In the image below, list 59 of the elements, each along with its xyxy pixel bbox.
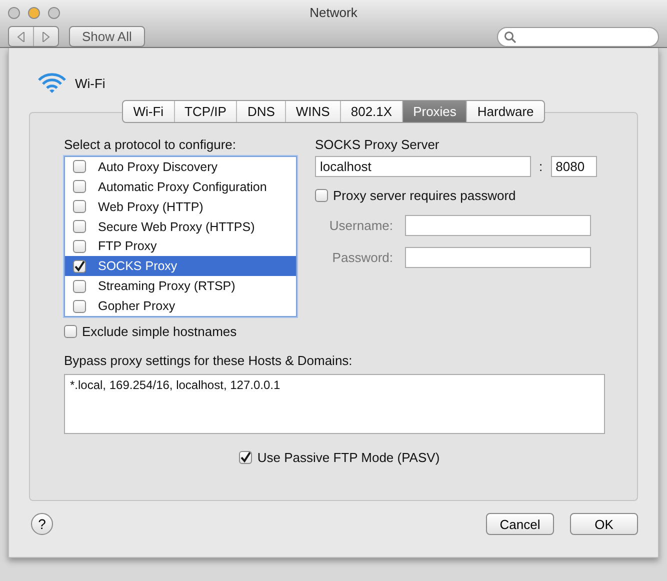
protocol-name: Auto Proxy Discovery — [98, 160, 218, 174]
protocol-item[interactable]: Automatic Proxy Configuration — [65, 176, 296, 197]
zoom-button[interactable] — [48, 6, 60, 18]
dialog-button[interactable]: Cancel — [486, 513, 554, 535]
protocol-item[interactable]: Web Proxy (HTTP) — [65, 196, 296, 217]
protocol-item[interactable]: FTP Proxy — [65, 236, 296, 256]
help-button[interactable]: ? — [31, 513, 53, 535]
protocol-item[interactable]: Secure Web Proxy (HTTPS) — [65, 216, 296, 236]
dialog-button[interactable]: OK — [570, 513, 638, 535]
checkbox[interactable] — [315, 189, 328, 202]
service-name: Wi-Fi — [75, 76, 106, 90]
window-title: Network — [310, 5, 358, 20]
show-all-button[interactable]: Show All — [69, 26, 145, 47]
checkbox[interactable] — [73, 300, 86, 313]
left-triangle-icon — [17, 32, 25, 42]
protocol-name: FTP Proxy — [98, 239, 157, 254]
search-field[interactable] — [497, 26, 659, 46]
checkbox[interactable] — [73, 160, 86, 174]
wifi-icon — [37, 72, 67, 94]
checkbox[interactable] — [73, 260, 86, 273]
port-field[interactable]: 8080 — [550, 156, 597, 177]
tab[interactable]: Wi-Fi — [123, 101, 174, 122]
close-button[interactable] — [8, 6, 20, 18]
protocol-name: SOCKS Proxy — [98, 259, 178, 274]
checkbox[interactable] — [73, 180, 86, 194]
checkbox[interactable] — [73, 240, 86, 253]
bypass-label: Bypass proxy settings for these Hosts & Domains: — [64, 353, 354, 368]
checkbox-label: Proxy server requires password — [333, 188, 516, 203]
protocol-item[interactable]: Gopher Proxy — [65, 296, 296, 316]
right-triangle-icon — [42, 32, 50, 42]
server-title: SOCKS Proxy Server — [315, 137, 440, 152]
bypass-text-area[interactable]: *.local, 169.254/16, localhost, 127.0.0.1 — [64, 374, 605, 434]
tab[interactable]: WINS — [284, 101, 340, 122]
protocol-name: Web Proxy (HTTP) — [98, 200, 204, 214]
checkbox[interactable] — [239, 451, 252, 464]
field-label: Password: — [332, 250, 393, 265]
checkbox[interactable] — [64, 325, 77, 338]
protocol-item[interactable]: Streaming Proxy (RTSP) — [65, 276, 296, 296]
checkbox-label: Use Passive FTP Mode (PASV) — [257, 450, 440, 465]
protocol-label: Select a protocol to configure: — [64, 137, 237, 152]
separator: : — [539, 159, 543, 174]
host-field[interactable]: localhost — [315, 156, 531, 177]
minimize-button[interactable] — [28, 6, 40, 18]
protocol-item[interactable]: Auto Proxy Discovery — [65, 157, 296, 177]
protocol-name: Streaming Proxy (RTSP) — [98, 279, 236, 294]
search-icon — [504, 30, 516, 42]
tab[interactable]: Hardware — [466, 101, 544, 122]
checkbox[interactable] — [73, 280, 86, 293]
tab[interactable]: TCP/IP — [174, 101, 236, 122]
protocol-item[interactable]: SOCKS Proxy — [65, 256, 296, 276]
protocol-name: Secure Web Proxy (HTTPS) — [98, 220, 255, 234]
checkbox[interactable] — [73, 220, 86, 234]
tab[interactable]: Proxies — [402, 101, 466, 122]
field-label: Username: — [329, 218, 393, 233]
checkbox[interactable] — [73, 200, 86, 214]
checkbox-label: Exclude simple hostnames — [82, 324, 237, 339]
protocol-name: Automatic Proxy Configuration — [98, 180, 267, 194]
tab[interactable]: DNS — [236, 101, 285, 122]
protocol-name: Gopher Proxy — [98, 299, 176, 314]
